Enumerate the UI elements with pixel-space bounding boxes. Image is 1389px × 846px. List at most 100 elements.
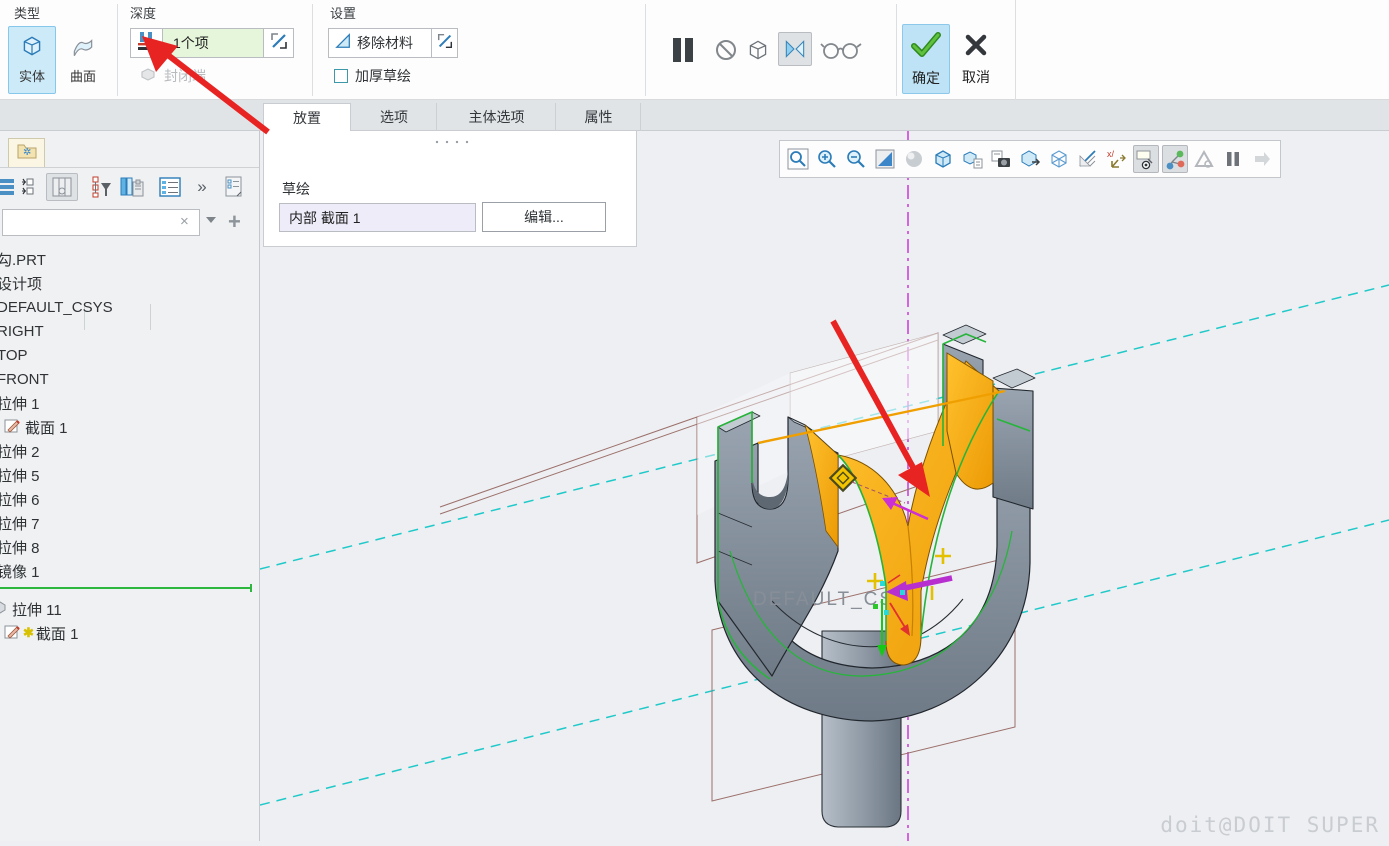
surface-type-button[interactable]: 曲面 bbox=[59, 26, 107, 94]
tree-item-section-1[interactable]: 截面 1 bbox=[0, 415, 258, 439]
view-normal-icon[interactable] bbox=[1017, 145, 1043, 173]
depth-type-button[interactable] bbox=[130, 28, 163, 58]
remove-material-toggle[interactable]: 移除材料 bbox=[328, 28, 432, 58]
tree-item-extrude-7[interactable]: 拉伸 7 bbox=[0, 511, 258, 535]
model-tree-folder-icon: ✲ bbox=[16, 141, 38, 166]
settings-section-label: 设置 bbox=[330, 3, 356, 22]
section-divider bbox=[1015, 0, 1016, 100]
sketch-label: 草绘 bbox=[282, 179, 310, 199]
right-front-prong-top bbox=[993, 369, 1035, 388]
zoom-out-icon[interactable] bbox=[843, 145, 869, 173]
panel-drag-handle[interactable] bbox=[432, 140, 472, 144]
notes-doc-icon[interactable] bbox=[220, 173, 248, 201]
search-dropdown-icon[interactable] bbox=[206, 217, 216, 223]
placement-panel: 草绘 内部 截面 1 编辑... bbox=[263, 131, 637, 247]
verify-preview-button[interactable] bbox=[778, 32, 812, 66]
tree-item-extrude-1[interactable]: 拉伸 1 bbox=[0, 391, 258, 415]
depth-value-field[interactable]: 1个项 bbox=[163, 28, 264, 58]
books-icon[interactable] bbox=[118, 173, 146, 201]
tree-item-right-plane[interactable]: RIGHT bbox=[0, 319, 258, 343]
saved-views-icon[interactable] bbox=[959, 145, 985, 173]
shading-style-icon[interactable] bbox=[901, 145, 927, 173]
svg-text:✲: ✲ bbox=[23, 147, 31, 158]
tab-options[interactable]: 选项 bbox=[352, 103, 437, 131]
sketch-collector-field[interactable]: 内部 截面 1 bbox=[279, 203, 476, 232]
divider bbox=[0, 167, 259, 168]
solid-cube-icon bbox=[19, 33, 45, 62]
geometry-check-icon[interactable] bbox=[1191, 145, 1217, 173]
depth-to-selected-icon bbox=[136, 30, 158, 57]
capped-ends-icon bbox=[138, 64, 158, 87]
tree-search-input[interactable] bbox=[2, 209, 200, 236]
green-check-icon bbox=[909, 30, 943, 63]
edit-sketch-button[interactable]: 编辑... bbox=[482, 202, 606, 232]
new-feature-badge: ✱ bbox=[23, 625, 34, 641]
glasses-check-button[interactable] bbox=[818, 36, 864, 64]
repaint-icon[interactable] bbox=[872, 145, 898, 173]
tree-item-front-plane[interactable]: FRONT bbox=[0, 367, 258, 391]
flip-depth-direction-button[interactable] bbox=[264, 28, 294, 58]
section-divider bbox=[117, 4, 118, 96]
pause-icon[interactable] bbox=[1220, 145, 1246, 173]
filter-icon[interactable] bbox=[88, 173, 116, 201]
tree-item-mirror-1[interactable]: 镜像 1 bbox=[0, 559, 258, 583]
tree-item-extrude-8[interactable]: 拉伸 8 bbox=[0, 535, 258, 559]
add-search-icon[interactable]: + bbox=[228, 209, 241, 235]
pause-feature-button[interactable] bbox=[664, 30, 702, 70]
tab-body-options[interactable]: 主体选项 bbox=[438, 103, 556, 131]
checkbox-icon[interactable] bbox=[334, 69, 348, 83]
tab-properties[interactable]: 属性 bbox=[557, 103, 641, 131]
capped-ends-option: 封闭端 bbox=[138, 64, 206, 87]
tree-item-design-items[interactable]: 设计项 bbox=[0, 271, 258, 295]
type-section-label: 类型 bbox=[14, 3, 40, 22]
right-front-prong bbox=[993, 388, 1033, 509]
surface-icon bbox=[70, 33, 96, 62]
sketch-icon bbox=[4, 623, 21, 644]
section-divider bbox=[896, 4, 897, 96]
no-preview-button[interactable] bbox=[712, 36, 740, 64]
perspective-icon[interactable] bbox=[1046, 145, 1072, 173]
tab-placement[interactable]: 放置 bbox=[263, 103, 351, 131]
datum-display-icon[interactable]: x/ bbox=[1104, 145, 1130, 173]
tree-item-default-csys[interactable]: DEFAULT_CSYS bbox=[0, 295, 258, 319]
section-divider bbox=[312, 4, 313, 96]
section-divider bbox=[645, 4, 646, 96]
sketch-icon bbox=[4, 417, 21, 438]
resume-icon[interactable] bbox=[1249, 145, 1275, 173]
clear-search-icon[interactable]: × bbox=[180, 213, 189, 230]
depth-section-label: 深度 bbox=[130, 3, 156, 22]
model-tree-panel: ✲ » × + 勾.PRT 设计项 DEFAULT_CSYS RIGHT TOP… bbox=[0, 131, 260, 841]
thicken-sketch-checkbox-row[interactable]: 加厚草绘 bbox=[334, 66, 411, 86]
cancel-x-icon bbox=[962, 31, 990, 62]
graphics-toolbar: x/ bbox=[779, 140, 1281, 178]
svg-text:x/: x/ bbox=[1107, 149, 1115, 159]
spin-center-icon[interactable] bbox=[1162, 145, 1188, 173]
tree-item-extrude-11[interactable]: 拉伸 11 bbox=[0, 597, 258, 621]
model-tree-tab[interactable]: ✲ bbox=[8, 138, 45, 167]
list-panel-icon[interactable] bbox=[156, 173, 184, 201]
columns-icon[interactable] bbox=[46, 173, 78, 201]
tree-item-part[interactable]: 勾.PRT bbox=[0, 247, 258, 271]
remove-material-icon bbox=[334, 32, 352, 55]
tree-expand-icon[interactable] bbox=[16, 173, 44, 201]
watermark: doit@DOIT SUPER bbox=[1160, 813, 1380, 837]
flip-material-side-button[interactable] bbox=[432, 28, 458, 58]
tree-item-top-plane[interactable]: TOP bbox=[0, 343, 258, 367]
tree-item-extrude-5[interactable]: 拉伸 5 bbox=[0, 463, 258, 487]
display-style-icon[interactable] bbox=[930, 145, 956, 173]
annotation-display-icon[interactable] bbox=[1133, 145, 1159, 173]
screenshot-icon[interactable] bbox=[988, 145, 1014, 173]
ok-button[interactable]: 确定 bbox=[902, 24, 950, 94]
solid-type-button[interactable]: 实体 bbox=[8, 26, 56, 94]
cancel-button[interactable]: 取消 bbox=[952, 24, 1000, 94]
zoom-region-icon[interactable] bbox=[785, 145, 811, 173]
zoom-in-icon[interactable] bbox=[814, 145, 840, 173]
flip-arrows-icon bbox=[436, 32, 454, 55]
insert-here-locator[interactable] bbox=[0, 587, 252, 589]
overflow-chevrons-icon[interactable]: » bbox=[188, 173, 216, 201]
tree-item-extrude-6[interactable]: 拉伸 6 bbox=[0, 487, 258, 511]
section-icon[interactable] bbox=[1075, 145, 1101, 173]
tree-item-extrude-2[interactable]: 拉伸 2 bbox=[0, 439, 258, 463]
tree-item-section-1-new[interactable]: ✱ 截面 1 bbox=[0, 621, 258, 645]
unattached-preview-button[interactable] bbox=[744, 36, 772, 64]
